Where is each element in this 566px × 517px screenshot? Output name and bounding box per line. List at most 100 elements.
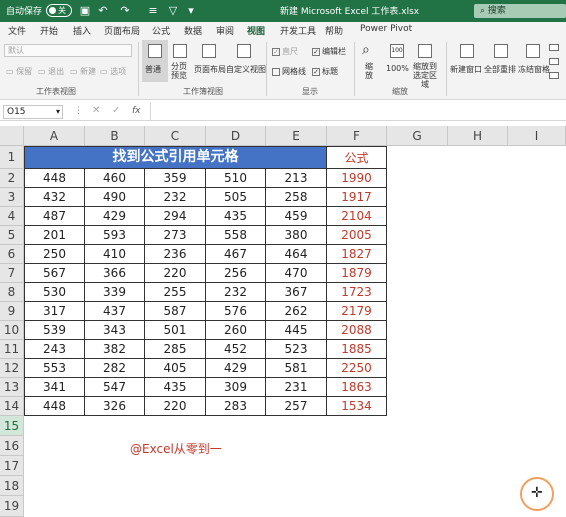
search-box[interactable]: ⌕ 搜索 (474, 4, 566, 18)
table-cell[interactable]: 448 (24, 397, 85, 416)
row-header-1[interactable]: 1 (0, 146, 24, 169)
formula-cell[interactable]: 1879 (327, 264, 387, 283)
table-cell[interactable]: 405 (145, 359, 206, 378)
cancel-icon[interactable]: ✕ (92, 105, 100, 116)
formula-cell[interactable]: 1827 (327, 245, 387, 264)
table-cell[interactable]: 435 (206, 207, 266, 226)
table-cell[interactable]: 256 (206, 264, 266, 283)
table-cell[interactable]: 262 (266, 302, 327, 321)
table-cell[interactable]: 553 (24, 359, 85, 378)
autosave-toggle[interactable]: 关 (46, 4, 72, 17)
row-header-12[interactable]: 12 (0, 359, 24, 378)
table-cell[interactable]: 257 (266, 397, 327, 416)
formula-cell[interactable]: 1863 (327, 378, 387, 397)
table-cell[interactable]: 448 (24, 169, 85, 188)
table-cell[interactable]: 432 (24, 188, 85, 207)
table-cell[interactable]: 220 (145, 397, 206, 416)
table-cell[interactable]: 510 (206, 169, 266, 188)
tab-formulas[interactable]: 公式 (152, 24, 170, 37)
save-icon[interactable]: ▣ (78, 4, 92, 18)
table-cell[interactable]: 283 (206, 397, 266, 416)
table-cell[interactable]: 460 (85, 169, 145, 188)
options-button[interactable]: ▭ 选项 (100, 66, 126, 77)
formula-cell[interactable]: 1885 (327, 340, 387, 359)
formula-cell[interactable]: 1723 (327, 283, 387, 302)
column-header-g[interactable]: G (387, 126, 448, 146)
table-cell[interactable]: 382 (85, 340, 145, 359)
table-cell[interactable]: 273 (145, 226, 206, 245)
row-header-13[interactable]: 13 (0, 378, 24, 397)
table-cell[interactable]: 558 (206, 226, 266, 245)
select-all-corner[interactable] (0, 126, 24, 146)
table-cell[interactable]: 380 (266, 226, 327, 245)
tab-file[interactable]: 文件 (8, 24, 26, 37)
column-header-d[interactable]: D (206, 126, 266, 146)
table-cell[interactable]: 260 (206, 321, 266, 340)
table-cell[interactable]: 213 (266, 169, 327, 188)
row-header-2[interactable]: 2 (0, 169, 24, 188)
table-cell[interactable]: 317 (24, 302, 85, 321)
table-cell[interactable]: 255 (145, 283, 206, 302)
tab-help[interactable]: 帮助 (325, 24, 343, 37)
insert-function-icon[interactable]: fx (132, 106, 141, 116)
formula-cell[interactable]: 2088 (327, 321, 387, 340)
sort-icon[interactable]: ≡ (146, 4, 160, 18)
table-cell[interactable]: 220 (145, 264, 206, 283)
row-header-18[interactable]: 18 (0, 476, 24, 496)
zoom-button[interactable]: ⌕ 缩 放 (358, 40, 382, 82)
column-header-i[interactable]: I (508, 126, 566, 146)
table-cell[interactable]: 294 (145, 207, 206, 226)
table-cell[interactable]: 201 (24, 226, 85, 245)
column-header-c[interactable]: C (145, 126, 206, 146)
row-header-4[interactable]: 4 (0, 207, 24, 226)
tab-power-pivot[interactable]: Power Pivot (360, 24, 412, 34)
table-cell[interactable]: 581 (266, 359, 327, 378)
table-cell[interactable]: 470 (266, 264, 327, 283)
table-cell[interactable]: 366 (85, 264, 145, 283)
worksheet-grid[interactable]: A B C D E F G H I 1 2 3 4 5 6 7 8 9 10 11 12 13 14 15 1… (0, 126, 566, 517)
table-cell[interactable]: 587 (145, 302, 206, 321)
zoom-to-selection-button[interactable]: 缩放到 选定区域 (410, 40, 440, 89)
table-cell[interactable]: 285 (145, 340, 206, 359)
table-cell[interactable]: 236 (145, 245, 206, 264)
tab-review[interactable]: 审阅 (216, 24, 234, 37)
column-header-e[interactable]: E (266, 126, 327, 146)
row-header-14[interactable]: 14 (0, 397, 24, 416)
customize-icon[interactable]: ▾ (184, 4, 198, 18)
table-cell[interactable]: 445 (266, 321, 327, 340)
row-header-9[interactable]: 9 (0, 302, 24, 321)
column-header-h[interactable]: H (448, 126, 508, 146)
table-cell[interactable]: 326 (85, 397, 145, 416)
table-cell[interactable]: 490 (85, 188, 145, 207)
table-cell[interactable]: 343 (85, 321, 145, 340)
row-header-17[interactable]: 17 (0, 456, 24, 476)
table-cell[interactable]: 530 (24, 283, 85, 302)
table-cell[interactable]: 232 (145, 188, 206, 207)
formula-cell[interactable]: 1990 (327, 169, 387, 188)
title-merged-cell[interactable]: 找到公式引用单元格 (24, 146, 327, 169)
formula-bar-checkbox[interactable]: ✓ 编辑栏 (312, 46, 346, 57)
name-box[interactable]: O15 ▾ (3, 105, 63, 119)
tab-developer[interactable]: 开发工具 (280, 24, 316, 37)
normal-view-button[interactable]: 普通 (142, 40, 168, 82)
tab-page-layout[interactable]: 页面布局 (104, 24, 140, 37)
arrange-all-button[interactable]: 全部重排 (484, 40, 518, 82)
formula-cell[interactable]: 2104 (327, 207, 387, 226)
table-cell[interactable]: 258 (266, 188, 327, 207)
table-cell[interactable]: 505 (206, 188, 266, 207)
freeze-panes-button[interactable]: 冻结窗格 (518, 40, 550, 82)
row-header-8[interactable]: 8 (0, 283, 24, 302)
table-cell[interactable]: 459 (266, 207, 327, 226)
table-cell[interactable]: 429 (85, 207, 145, 226)
ruler-checkbox[interactable]: ✓ 直尺 (272, 46, 298, 57)
table-cell[interactable]: 410 (85, 245, 145, 264)
table-cell[interactable]: 464 (266, 245, 327, 264)
headings-checkbox[interactable]: ✓ 标题 (312, 66, 338, 77)
table-cell[interactable]: 339 (85, 283, 145, 302)
gridlines-checkbox[interactable]: 网格线 (272, 66, 306, 77)
formula-cell[interactable]: 1534 (327, 397, 387, 416)
table-cell[interactable]: 232 (206, 283, 266, 302)
row-header-15[interactable]: 15 (0, 416, 24, 436)
tab-data[interactable]: 数据 (184, 24, 202, 37)
table-cell[interactable]: 487 (24, 207, 85, 226)
